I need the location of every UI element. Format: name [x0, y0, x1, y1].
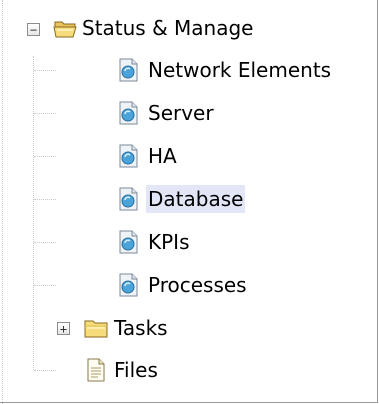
- tree-item-database[interactable]: Database: [146, 185, 246, 213]
- tree-item-ha[interactable]: HA: [146, 142, 179, 170]
- tree-item-processes[interactable]: Processes: [146, 271, 249, 299]
- tree-connector: [34, 242, 56, 243]
- page-icon: [119, 187, 138, 211]
- collapse-status-manage-button[interactable]: −: [27, 23, 40, 36]
- open-folder-icon: [53, 21, 77, 38]
- tree-item-server[interactable]: Server: [146, 99, 216, 127]
- tree-item-files[interactable]: Files: [112, 356, 160, 384]
- tree-connector: [34, 156, 56, 157]
- tree-connector: [34, 70, 56, 71]
- tree-item-kpis[interactable]: KPIs: [146, 228, 192, 256]
- file-icon: [87, 358, 105, 382]
- page-icon: [119, 230, 138, 254]
- tree-connector: [34, 370, 56, 371]
- expand-tasks-button[interactable]: +: [57, 322, 70, 335]
- tree-item-tasks[interactable]: Tasks: [112, 314, 170, 342]
- tree-item-status-manage[interactable]: Status & Manage: [80, 14, 255, 42]
- navigation-tree: − Status & Manage Network Elements Serve…: [0, 0, 379, 404]
- page-icon: [119, 144, 138, 168]
- page-icon: [119, 58, 138, 82]
- tree-connector: [34, 285, 56, 286]
- closed-folder-icon: [84, 320, 108, 338]
- page-icon: [119, 101, 138, 125]
- page-icon: [119, 273, 138, 297]
- tree-connector: [34, 199, 56, 200]
- tree-item-network-elements[interactable]: Network Elements: [146, 56, 333, 84]
- tree-connector: [34, 113, 56, 114]
